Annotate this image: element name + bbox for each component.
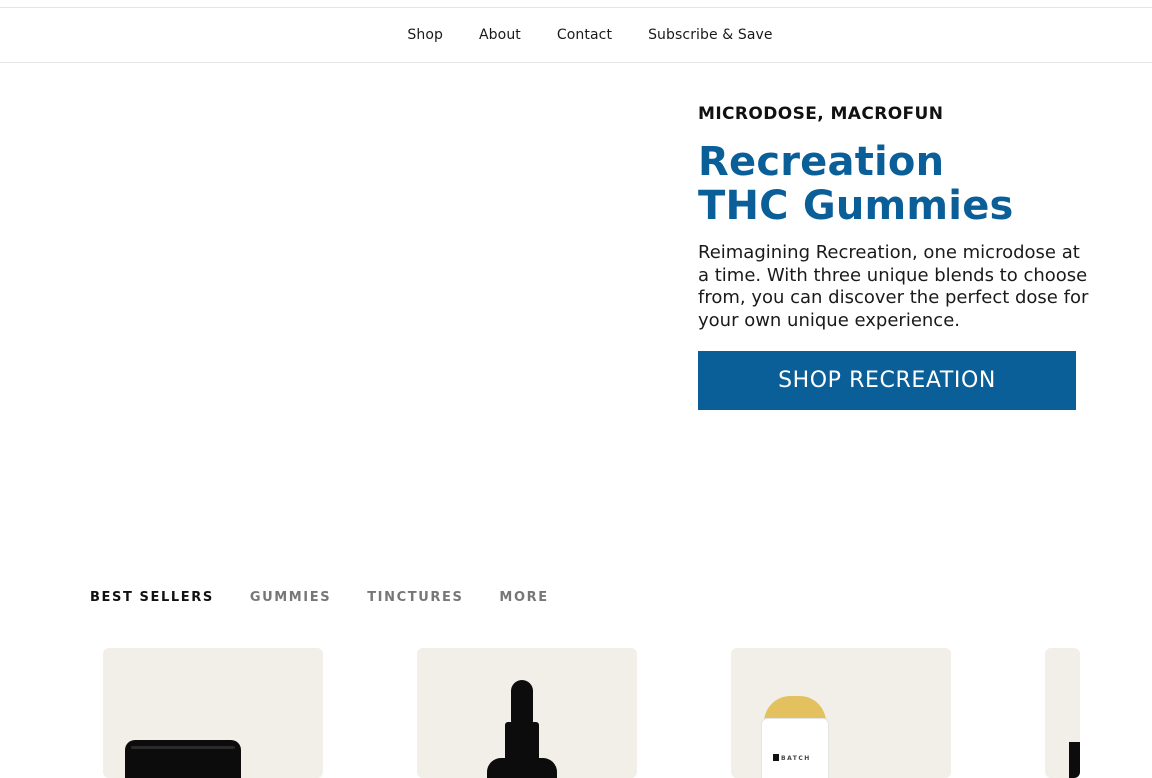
hero-title-line2: THC Gummies (698, 183, 1014, 229)
hero-description: Reimagining Recreation, one microdose at… (698, 242, 1089, 331)
hero-content: MICRODOSE, MACROFUN Recreation THC Gummi… (698, 104, 1118, 410)
nav-shop[interactable]: Shop (407, 27, 443, 43)
product-card[interactable] (103, 648, 323, 778)
tab-tinctures[interactable]: TINCTURES (367, 590, 463, 605)
hero-title: Recreation THC Gummies (698, 140, 1118, 228)
product-card[interactable] (1045, 648, 1080, 778)
tincture-dropper-image (511, 680, 533, 724)
balm-stick-image (761, 718, 829, 778)
top-strip (0, 0, 1152, 8)
product-card[interactable]: BATCH (731, 648, 951, 778)
tincture-bottle (487, 758, 557, 778)
nav-subscribe-save[interactable]: Subscribe & Save (648, 27, 773, 43)
hero-eyebrow: MICRODOSE, MACROFUN (698, 104, 944, 124)
tincture-neck (505, 722, 539, 762)
hero-image-area (0, 64, 672, 534)
tab-more[interactable]: MORE (499, 590, 548, 605)
hero-title-line1: Recreation (698, 139, 945, 185)
gummy-jar-image (125, 740, 241, 778)
tab-gummies[interactable]: GUMMIES (250, 590, 331, 605)
nav-contact[interactable]: Contact (557, 27, 612, 43)
tab-best-sellers[interactable]: BEST SELLERS (90, 590, 214, 605)
product-card[interactable] (417, 648, 637, 778)
main-nav: Shop About Contact Subscribe & Save (0, 8, 1152, 63)
product-tabs: BEST SELLERS GUMMIES TINCTURES MORE (90, 590, 549, 605)
brand-mark-icon (773, 754, 779, 761)
shop-recreation-button[interactable]: SHOP RECREATION (698, 351, 1076, 410)
product-image-partial (1069, 742, 1080, 778)
nav-about[interactable]: About (479, 27, 521, 43)
stick-brand-label: BATCH (781, 755, 811, 762)
